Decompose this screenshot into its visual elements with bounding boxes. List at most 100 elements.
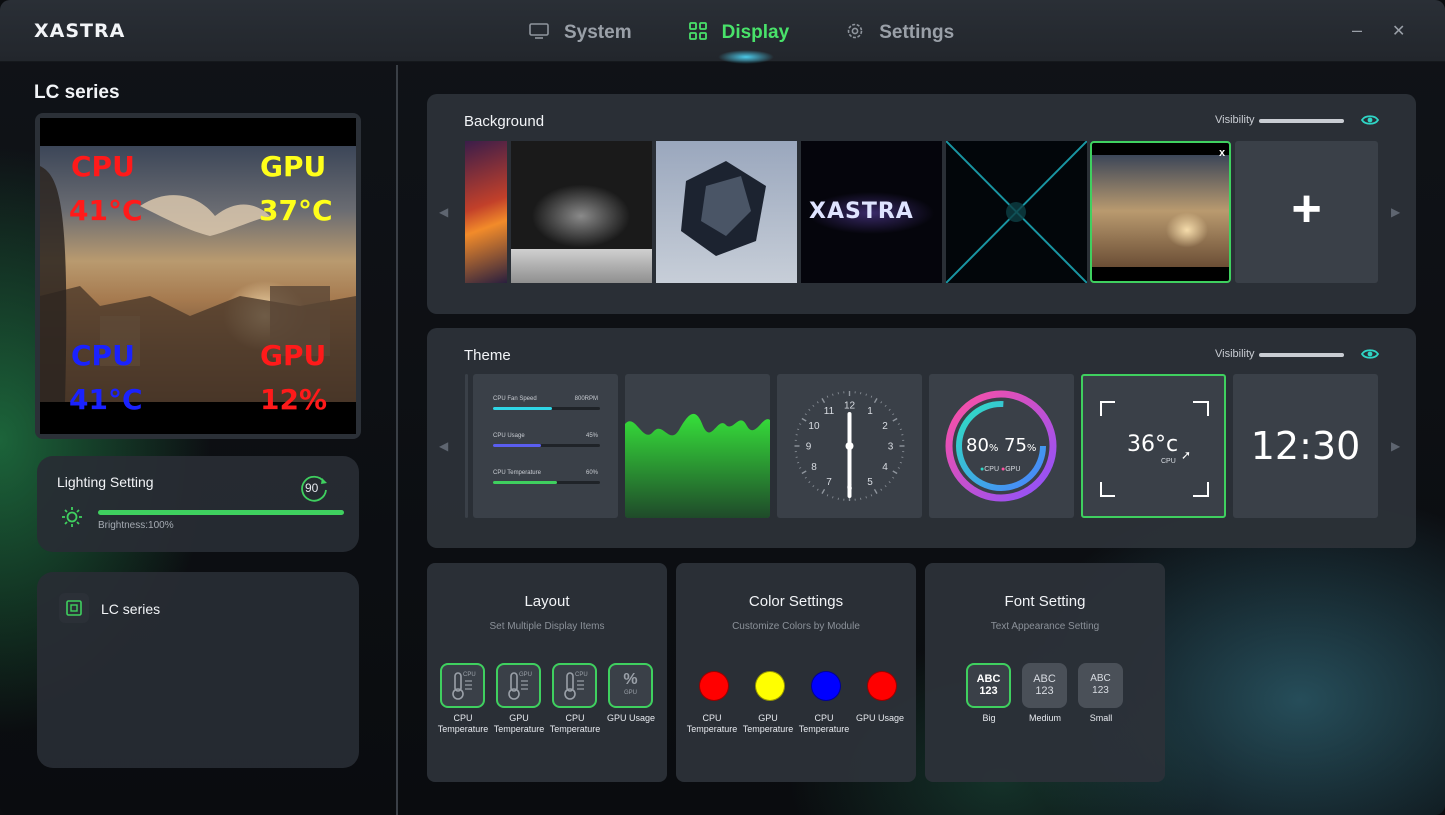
device-title: LC series	[34, 82, 120, 103]
lighting-title: Lighting Setting	[57, 474, 154, 490]
clock-number: 1	[867, 406, 873, 417]
clock-number: 12	[844, 401, 856, 412]
rotate-button[interactable]: 90	[298, 472, 330, 504]
clock-tick	[870, 494, 873, 497]
clock-tick	[884, 404, 887, 407]
font-size-big[interactable]: ABC 123	[966, 663, 1011, 708]
color-swatch-gpu-temp[interactable]	[755, 671, 785, 701]
rotate-value: 90	[305, 481, 319, 495]
background-eye-icon[interactable]	[1360, 113, 1380, 132]
clock-tick	[801, 417, 807, 422]
color-label-line2: Temperature	[798, 724, 850, 734]
background-thumb-selected[interactable]: x	[1090, 141, 1231, 283]
preview-gpu-usage: 12%	[260, 383, 328, 416]
color-label-line2: Temperature	[742, 724, 794, 734]
layout-label-line2: Temperature	[493, 724, 545, 734]
layout-item-tag: CPU	[463, 672, 476, 678]
clock-tick	[816, 488, 819, 491]
theme-tile-clock[interactable]: 121234567891011	[777, 374, 922, 518]
clock-number: 7	[826, 477, 832, 488]
theme-tile-time[interactable]: 12:30	[1233, 374, 1378, 518]
clock-tick	[865, 496, 867, 499]
theme-next-arrow[interactable]: ▶	[1391, 439, 1400, 453]
theme-tile-wave[interactable]	[625, 374, 770, 518]
background-thumb-cat[interactable]	[511, 141, 652, 283]
clock-tick	[821, 398, 826, 404]
clock-tick	[812, 485, 815, 488]
cat-ledge	[511, 249, 652, 283]
device-icon	[66, 600, 82, 616]
background-thumb-neon[interactable]	[465, 141, 507, 283]
clock-number: 10	[808, 421, 820, 432]
theme-visibility-slider[interactable]	[1259, 353, 1344, 357]
theme-eye-icon[interactable]	[1360, 347, 1380, 366]
clock-tick	[880, 401, 883, 404]
font-size-small[interactable]: ABC 123	[1078, 663, 1123, 708]
brightness-slider[interactable]	[98, 510, 344, 515]
ring-legend-gpu: GPU	[1005, 466, 1021, 473]
ring-gauge	[945, 390, 1057, 502]
color-label-line1: GPU	[758, 713, 778, 723]
background-visibility-slider[interactable]	[1259, 119, 1344, 123]
clock-tick	[880, 488, 883, 491]
font-sample-abc: ABC	[1033, 673, 1056, 685]
clock-tick	[812, 404, 815, 407]
preview-gpu-label: GPU	[260, 150, 327, 183]
minimize-button[interactable]: –	[1352, 20, 1362, 41]
tab-system[interactable]: System	[528, 18, 632, 48]
ring-left-value: 80%	[966, 435, 998, 456]
font-sample-abc: ABC	[1090, 673, 1111, 684]
layout-item-cpu-temp-2[interactable]: CPU	[552, 663, 597, 708]
color-swatch-cpu-temp[interactable]	[699, 671, 729, 701]
device-item[interactable]	[59, 593, 89, 623]
theme-tile-temperature[interactable]: 36°c CPU ➚	[1081, 374, 1226, 518]
layout-item-gpu-temp[interactable]: GPU	[496, 663, 541, 708]
font-sample-num: 123	[1092, 685, 1109, 696]
cursor-icon: ➚	[1181, 448, 1192, 462]
theme-tile-rings[interactable]: 80% 75% ●CPU ●GPU	[929, 374, 1074, 518]
layout-label-line2: Temperature	[549, 724, 601, 734]
clock-number: 11	[824, 406, 835, 417]
theme-prev-arrow[interactable]: ◀	[439, 439, 448, 453]
clock-tick	[873, 488, 878, 494]
tab-settings[interactable]: Settings	[845, 18, 954, 48]
app-window: XASTRA System Display Settings – ✕ LC se…	[0, 0, 1445, 815]
brightness-fill	[98, 510, 344, 515]
ring-right-number: 75	[1004, 435, 1027, 456]
clock-tick	[832, 393, 834, 396]
clock-tick	[892, 476, 895, 479]
clock-number: 9	[806, 442, 812, 453]
close-button[interactable]: ✕	[1392, 21, 1405, 41]
device-card: LC series	[37, 572, 359, 768]
app-logo: XASTRA	[34, 20, 126, 42]
layout-item-gpu-usage[interactable]: % GPU	[608, 663, 653, 708]
background-prev-arrow[interactable]: ◀	[439, 205, 448, 219]
clock-number: 4	[882, 462, 888, 473]
background-thumb-crystal[interactable]	[656, 141, 797, 283]
background-thumb-x[interactable]	[946, 141, 1087, 283]
theme-tile-partial[interactable]	[465, 374, 468, 518]
layout-item-cpu-temp[interactable]: CPU	[440, 663, 485, 708]
color-swatch-cpu-temp-2[interactable]	[811, 671, 841, 701]
theme-tile-bars[interactable]: CPU Fan Speed 800RPM CPU Usage 45% CPU Tempe…	[473, 374, 618, 518]
layout-item-label: GPU Usage	[601, 713, 661, 724]
font-subtitle: Text Appearance Setting	[990, 621, 1100, 632]
clock-tick	[873, 398, 878, 404]
add-background-button[interactable]: +	[1235, 141, 1378, 283]
color-swatch-gpu-usage[interactable]	[867, 671, 897, 701]
main-nav: System Display Settings	[528, 18, 1010, 48]
tab-display-label: Display	[721, 22, 790, 43]
background-next-arrow[interactable]: ▶	[1391, 205, 1400, 219]
theme-bar-value: 45%	[585, 433, 598, 439]
preview-gpu-temp: 37°C	[259, 194, 333, 227]
thumb-remove-button[interactable]: x	[1219, 147, 1225, 159]
ring-left-number: 80	[966, 435, 989, 456]
font-item-label: Big	[982, 713, 996, 723]
ring-left-unit: %	[988, 443, 999, 454]
clock-center	[845, 442, 854, 450]
font-size-medium[interactable]: ABC 123	[1022, 663, 1067, 708]
tab-display[interactable]: Display	[688, 18, 790, 48]
thumb-xastra-logo: XASTRA	[809, 199, 914, 224]
layout-label-line1: CPU	[453, 713, 473, 723]
background-thumb-xastra[interactable]: XASTRA	[801, 141, 942, 283]
